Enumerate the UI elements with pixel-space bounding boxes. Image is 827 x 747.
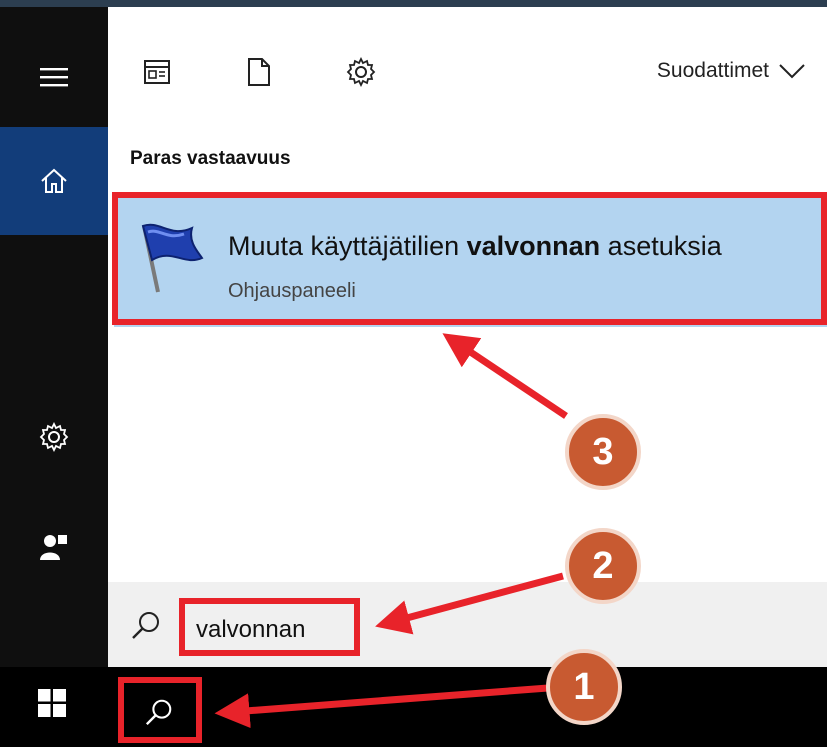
search-input[interactable]: valvonnan (196, 616, 305, 644)
home-icon (41, 168, 67, 193)
home-button[interactable] (0, 127, 108, 235)
app-window-icon (144, 60, 170, 84)
start-button[interactable] (38, 689, 66, 722)
apps-filter-button[interactable] (140, 55, 174, 89)
result-subtitle: Ohjauspaneeli (228, 280, 356, 302)
hamburger-icon (40, 68, 68, 87)
user-account-button[interactable] (0, 492, 108, 602)
filters-dropdown[interactable]: Suodattimet (657, 59, 805, 83)
hamburger-menu-button[interactable] (0, 27, 108, 127)
chevron-down-icon (779, 64, 805, 79)
taskbar-search-button[interactable] (120, 681, 198, 743)
search-box[interactable]: valvonnan (108, 582, 827, 667)
documents-filter-button[interactable] (242, 55, 276, 89)
settings-filter-button[interactable] (344, 55, 378, 89)
search-results-panel: Suodattimet Paras vastaavuus Muuta käytt… (108, 7, 827, 667)
best-match-heading: Paras vastaavuus (130, 148, 291, 169)
search-icon (132, 612, 159, 639)
document-icon (248, 58, 270, 86)
gear-icon (346, 57, 376, 87)
uac-flag-icon (141, 223, 204, 293)
search-toolbar: Suodattimet (108, 7, 827, 127)
result-title: Muuta käyttäjätilien valvonnan asetuksia (228, 231, 722, 261)
window-top-edge (0, 0, 827, 7)
filters-label: Suodattimet (656, 59, 769, 82)
best-match-result[interactable]: Muuta käyttäjätilien valvonnan asetuksia… (114, 194, 827, 327)
taskbar (0, 667, 827, 747)
search-icon (145, 699, 172, 726)
windows-logo-icon (38, 689, 66, 717)
start-sidebar (0, 7, 108, 667)
settings-button[interactable] (0, 382, 108, 492)
gear-icon (39, 422, 69, 452)
user-icon (40, 535, 67, 560)
